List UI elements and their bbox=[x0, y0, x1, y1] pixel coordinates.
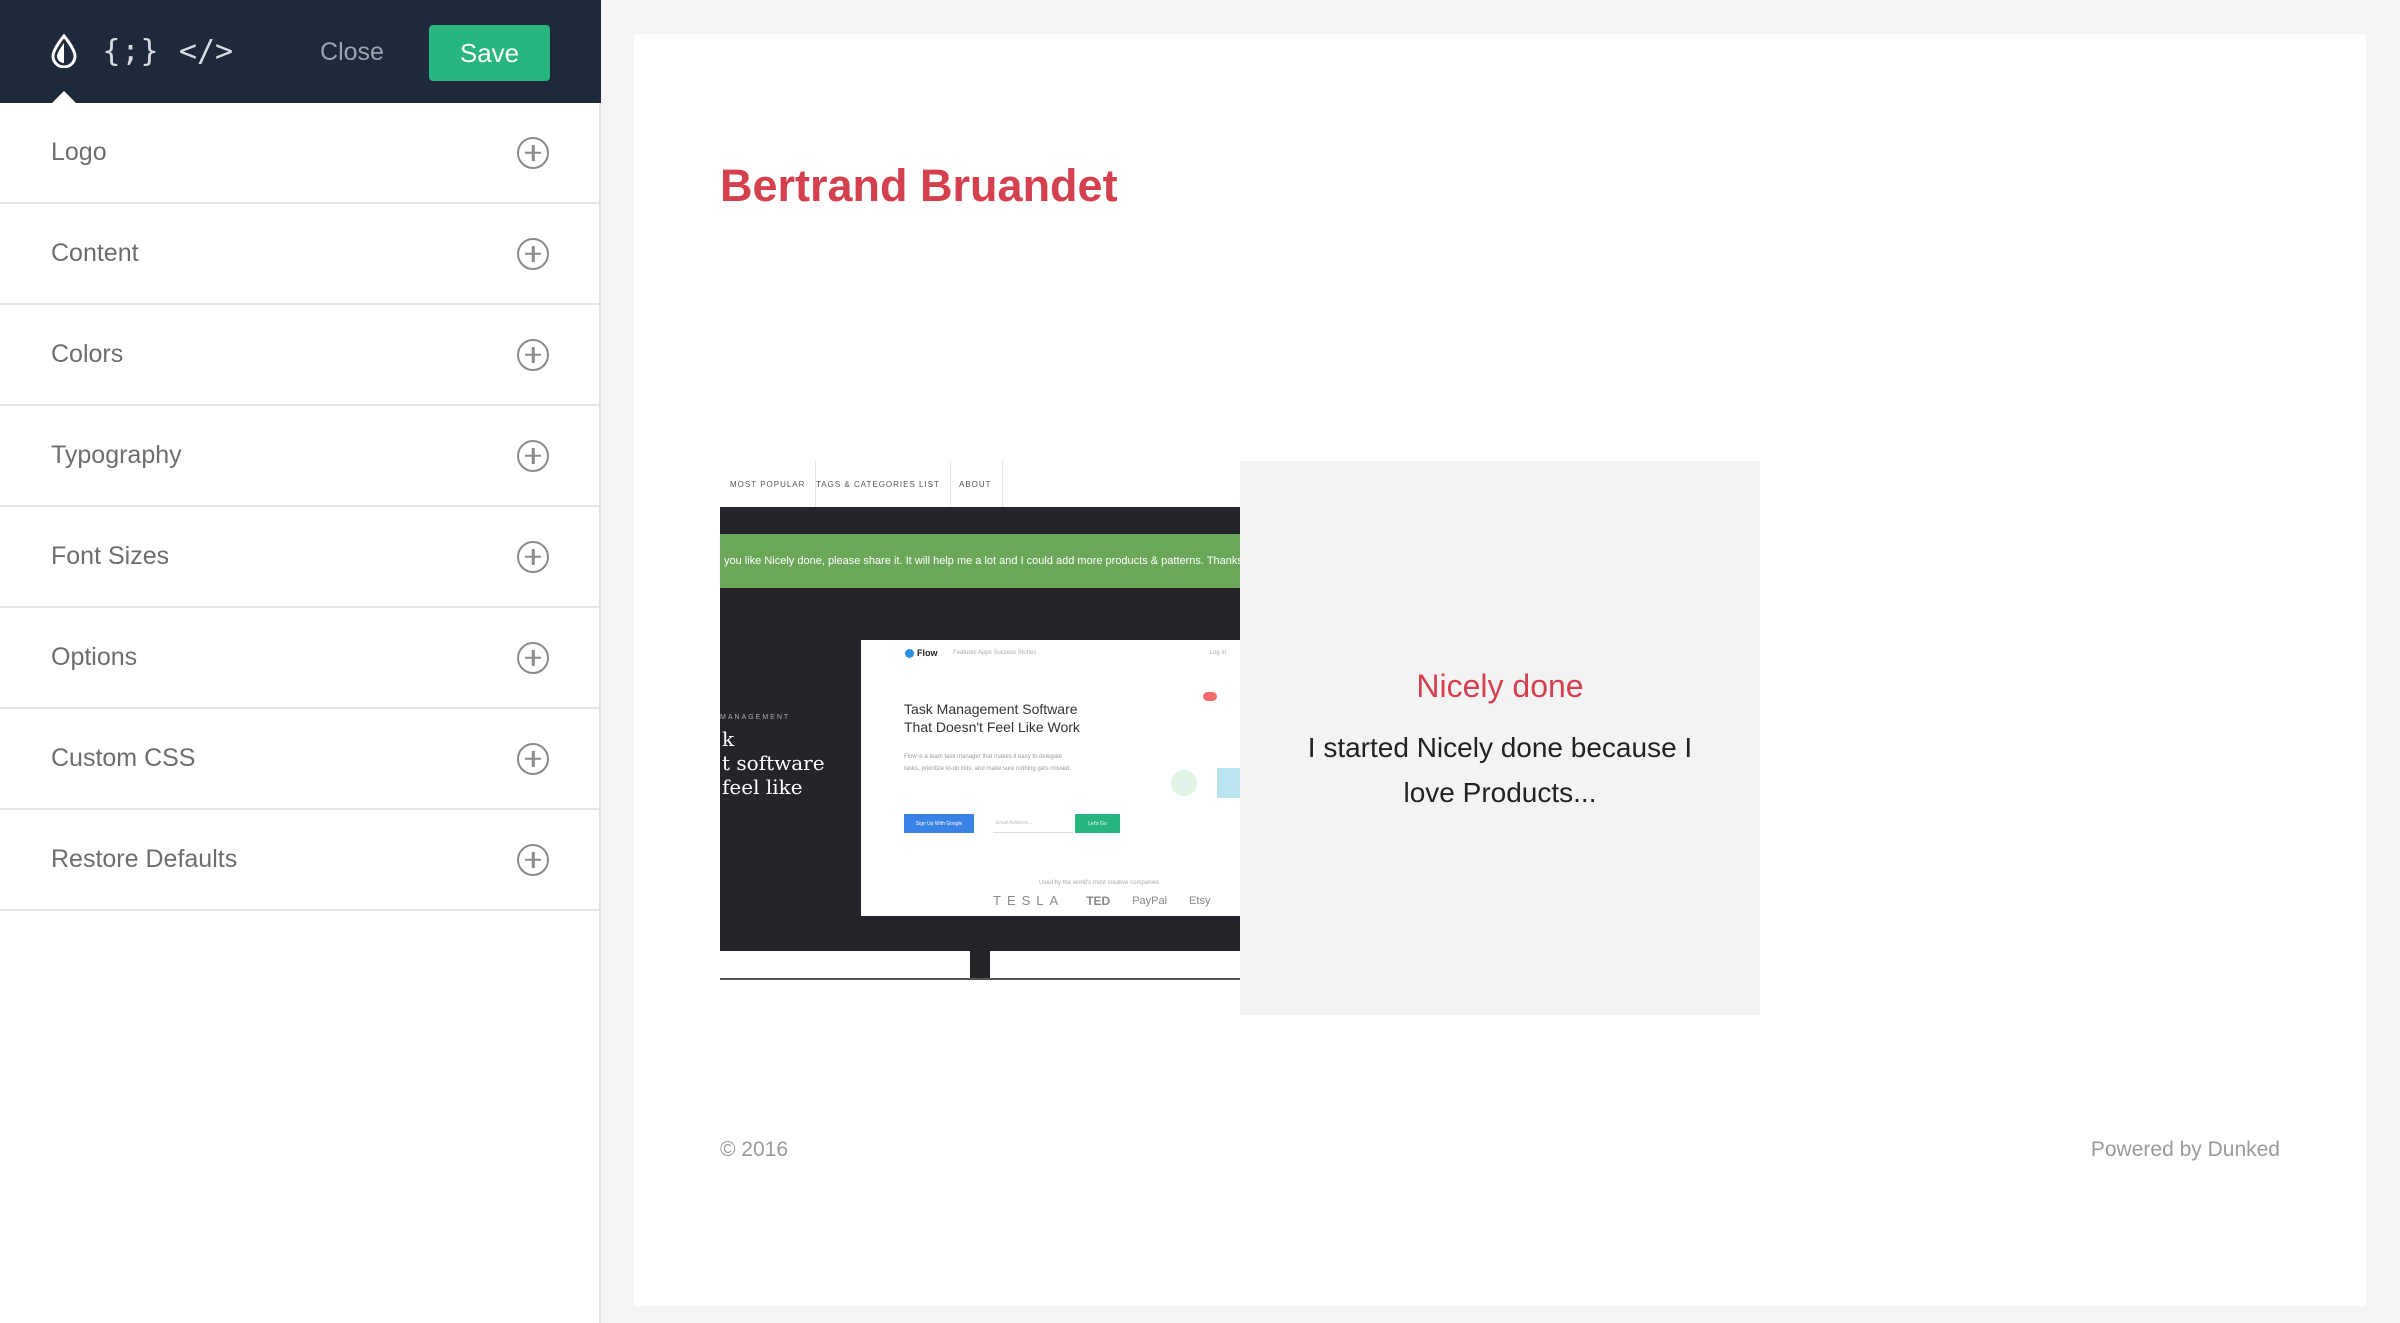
plus-circle-icon[interactable] bbox=[517, 742, 549, 775]
thumb-decor-pin bbox=[1203, 692, 1217, 701]
thumb-side-label: MANAGEMENT bbox=[720, 714, 791, 721]
thumb-app-logo-text: Flow bbox=[917, 648, 938, 658]
thumb-app-body: Flow is a team task manager that makes i… bbox=[904, 754, 1072, 772]
menu-item-typography[interactable]: Typography bbox=[0, 406, 599, 507]
menu-item-label: Options bbox=[51, 643, 138, 671]
menu-item-logo[interactable]: Logo bbox=[0, 103, 599, 204]
menu-item-font-sizes[interactable]: Font Sizes bbox=[0, 507, 599, 608]
menu-item-content[interactable]: Content bbox=[0, 204, 599, 305]
thumb-company-logo: TED bbox=[1086, 893, 1111, 908]
thumb-app-logo: Flow bbox=[905, 648, 938, 658]
editor-sidebar: {;} </> Close Save Logo Content Colors T… bbox=[0, 0, 601, 1323]
thumb-bottom-strip bbox=[720, 951, 1240, 1015]
thumb-app-window: Flow Features Apps Success Stories Log i… bbox=[861, 640, 1240, 916]
thumb-company-logo: PayPal bbox=[1132, 894, 1168, 907]
portfolio-preview: Bertrand Bruandet MOST POPULAR TAGS & CA… bbox=[634, 34, 2366, 1306]
thumb-app-login: Log in bbox=[1209, 650, 1226, 656]
variables-braces-icon[interactable]: {;} bbox=[102, 26, 158, 76]
close-button[interactable]: Close bbox=[300, 30, 404, 74]
plus-circle-icon[interactable] bbox=[517, 338, 549, 371]
menu-item-restore-defaults[interactable]: Restore Defaults bbox=[0, 810, 599, 911]
menu-item-colors[interactable]: Colors bbox=[0, 305, 599, 406]
project-card-text: Nicely done I started Nicely done becaus… bbox=[1240, 461, 1760, 1015]
thumb-app-links: Features Apps Success Stories bbox=[953, 650, 1037, 656]
active-tab-caret bbox=[52, 91, 76, 103]
menu-item-label: Typography bbox=[51, 441, 182, 469]
thumb-bottom-card bbox=[720, 951, 970, 979]
plus-circle-icon[interactable] bbox=[517, 237, 549, 270]
thumb-used-by: Used by the world's most creative compan… bbox=[1039, 880, 1160, 886]
plus-circle-icon[interactable] bbox=[517, 641, 549, 674]
project-title[interactable]: Nicely done bbox=[1240, 668, 1760, 705]
plus-circle-icon[interactable] bbox=[517, 843, 549, 876]
settings-menu: Logo Content Colors Typography Font Size… bbox=[0, 103, 599, 911]
thumb-headline: k t software feel like bbox=[722, 727, 825, 799]
project-thumbnail[interactable]: MOST POPULAR TAGS & CATEGORIES LIST ABOU… bbox=[720, 461, 1240, 1015]
menu-item-label: Custom CSS bbox=[51, 744, 196, 772]
thumb-nav-item: TAGS & CATEGORIES LIST bbox=[806, 461, 951, 507]
project-description: I started Nicely done because I love Pro… bbox=[1307, 732, 1693, 808]
thumb-google-button: Sign Up With Google bbox=[904, 814, 974, 833]
plus-circle-icon[interactable] bbox=[517, 439, 549, 472]
editor-toolbar: {;} </> Close Save bbox=[0, 0, 601, 103]
thumb-company-logo: Etsy bbox=[1189, 894, 1211, 907]
thumb-decor-card bbox=[1217, 768, 1240, 798]
thumb-headline-line: t software bbox=[722, 751, 825, 775]
thumb-headline-line: feel like bbox=[722, 775, 803, 799]
thumb-nav-item: ABOUT bbox=[949, 461, 1003, 507]
thumb-app-title: Task Management Software That Doesn't Fe… bbox=[904, 701, 1080, 735]
menu-item-label: Logo bbox=[51, 138, 107, 166]
color-drop-icon[interactable] bbox=[44, 26, 84, 76]
thumb-company-logos: TESLA TED PayPal Etsy bbox=[993, 893, 1240, 908]
thumb-email-field: Email Address... bbox=[993, 814, 1073, 833]
save-button[interactable]: Save bbox=[429, 25, 550, 81]
footer-copyright: © 2016 bbox=[720, 1138, 789, 1161]
thumb-nav: MOST POPULAR TAGS & CATEGORIES LIST ABOU… bbox=[720, 461, 1240, 507]
site-title[interactable]: Bertrand Bruandet bbox=[720, 160, 1118, 212]
thumb-decor-circle bbox=[1171, 770, 1197, 796]
menu-item-label: Colors bbox=[51, 340, 124, 368]
code-brackets-icon[interactable]: </> bbox=[179, 26, 233, 76]
thumb-bottom-line bbox=[720, 978, 1240, 980]
plus-circle-icon[interactable] bbox=[517, 136, 549, 169]
menu-item-label: Content bbox=[51, 239, 139, 267]
project-card[interactable]: MOST POPULAR TAGS & CATEGORIES LIST ABOU… bbox=[720, 461, 1760, 1015]
thumb-company-logo: TESLA bbox=[993, 893, 1065, 908]
thumb-nav-item: MOST POPULAR bbox=[720, 461, 817, 507]
menu-item-options[interactable]: Options bbox=[0, 608, 599, 709]
plus-circle-icon[interactable] bbox=[517, 540, 549, 573]
footer-powered-by[interactable]: Powered by Dunked bbox=[2091, 1138, 2280, 1162]
thumb-bottom-card bbox=[990, 951, 1240, 979]
thumb-get-button: Let's Go bbox=[1075, 814, 1120, 833]
thumb-share-banner: you like Nicely done, please share it. I… bbox=[720, 534, 1240, 588]
menu-item-custom-css[interactable]: Custom CSS bbox=[0, 709, 599, 810]
flow-logo-icon bbox=[905, 648, 914, 658]
thumb-headline-line: k bbox=[722, 727, 735, 751]
menu-item-label: Font Sizes bbox=[51, 542, 170, 570]
menu-item-label: Restore Defaults bbox=[51, 845, 238, 873]
